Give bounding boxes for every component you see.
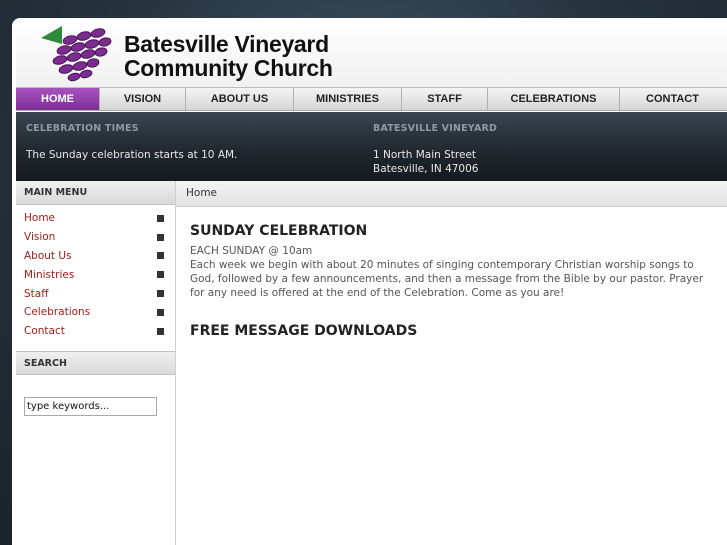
square-bullet-icon	[157, 308, 164, 316]
celebration-times-heading: CELEBRATION TIMES	[26, 123, 139, 134]
search-area	[16, 375, 175, 545]
menu-item-ministries[interactable]: Ministries	[16, 265, 175, 284]
menu-item-staff[interactable]: Staff	[16, 284, 175, 303]
main-menu: Home Vision About Us Ministries Staff Ce…	[16, 205, 175, 351]
menu-item-home[interactable]: Home	[16, 209, 175, 228]
search-heading: SEARCH	[16, 351, 175, 375]
menu-item-about-us[interactable]: About Us	[16, 247, 175, 266]
nav-contact[interactable]: CONTACT	[620, 88, 725, 110]
address-line1: 1 North Main Street	[373, 149, 477, 161]
menu-item-label[interactable]: Home	[24, 212, 55, 224]
menu-item-contact[interactable]: Contact	[16, 322, 175, 341]
square-bullet-icon	[157, 271, 164, 279]
square-bullet-icon	[157, 290, 164, 298]
breadcrumb-home[interactable]: Home	[186, 187, 217, 199]
nav-vision[interactable]: VISION	[100, 88, 186, 110]
page-container: Batesville Vineyard Community Church HOM…	[12, 18, 727, 545]
search-input[interactable]	[24, 397, 157, 416]
site-title-line1[interactable]: Batesville Vineyard	[124, 32, 329, 57]
sidebar: MAIN MENU Home Vision About Us Ministrie…	[16, 181, 176, 545]
celebration-description: Each week we begin with about 20 minutes…	[190, 259, 704, 299]
nav-about-us[interactable]: ABOUT US	[186, 88, 294, 110]
nav-staff[interactable]: STAFF	[402, 88, 488, 110]
menu-item-label[interactable]: Contact	[24, 325, 65, 337]
address-line2: Batesville, IN 47006	[373, 163, 479, 175]
schedule-subheading: EACH SUNDAY @ 10am	[190, 245, 313, 257]
site-header: Batesville Vineyard Community Church	[16, 22, 727, 90]
square-bullet-icon	[157, 327, 164, 335]
celebration-times-text: The Sunday celebration starts at 10 AM.	[26, 149, 238, 161]
address-heading: BATESVILLE VINEYARD	[373, 123, 498, 134]
menu-item-label[interactable]: Staff	[24, 288, 48, 300]
sunday-celebration-heading: SUNDAY CELEBRATION	[190, 223, 368, 239]
nav-celebrations[interactable]: CELEBRATIONS	[488, 88, 620, 110]
free-downloads-heading: FREE MESSAGE DOWNLOADS	[190, 323, 418, 339]
square-bullet-icon	[157, 233, 164, 241]
menu-item-label[interactable]: Vision	[24, 231, 55, 243]
nav-ministries[interactable]: MINISTRIES	[294, 88, 402, 110]
info-bar: CELEBRATION TIMES The Sunday celebration…	[16, 112, 727, 181]
breadcrumb: Home	[176, 181, 727, 207]
main-menu-heading: MAIN MENU	[16, 181, 175, 205]
main-content: SUNDAY CELEBRATION EACH SUNDAY @ 10am Ea…	[190, 223, 705, 339]
top-nav: HOME VISION ABOUT US MINISTRIES STAFF CE…	[16, 87, 727, 111]
square-bullet-icon	[157, 214, 164, 222]
menu-item-vision[interactable]: Vision	[16, 228, 175, 247]
square-bullet-icon	[157, 252, 164, 260]
menu-item-label[interactable]: About Us	[24, 250, 72, 262]
menu-item-label[interactable]: Ministries	[24, 269, 74, 281]
site-title-line2[interactable]: Community Church	[124, 56, 333, 81]
menu-item-label[interactable]: Celebrations	[24, 306, 90, 318]
grape-logo-icon[interactable]	[36, 24, 116, 82]
menu-item-celebrations[interactable]: Celebrations	[16, 303, 175, 322]
nav-home[interactable]: HOME	[16, 88, 100, 110]
